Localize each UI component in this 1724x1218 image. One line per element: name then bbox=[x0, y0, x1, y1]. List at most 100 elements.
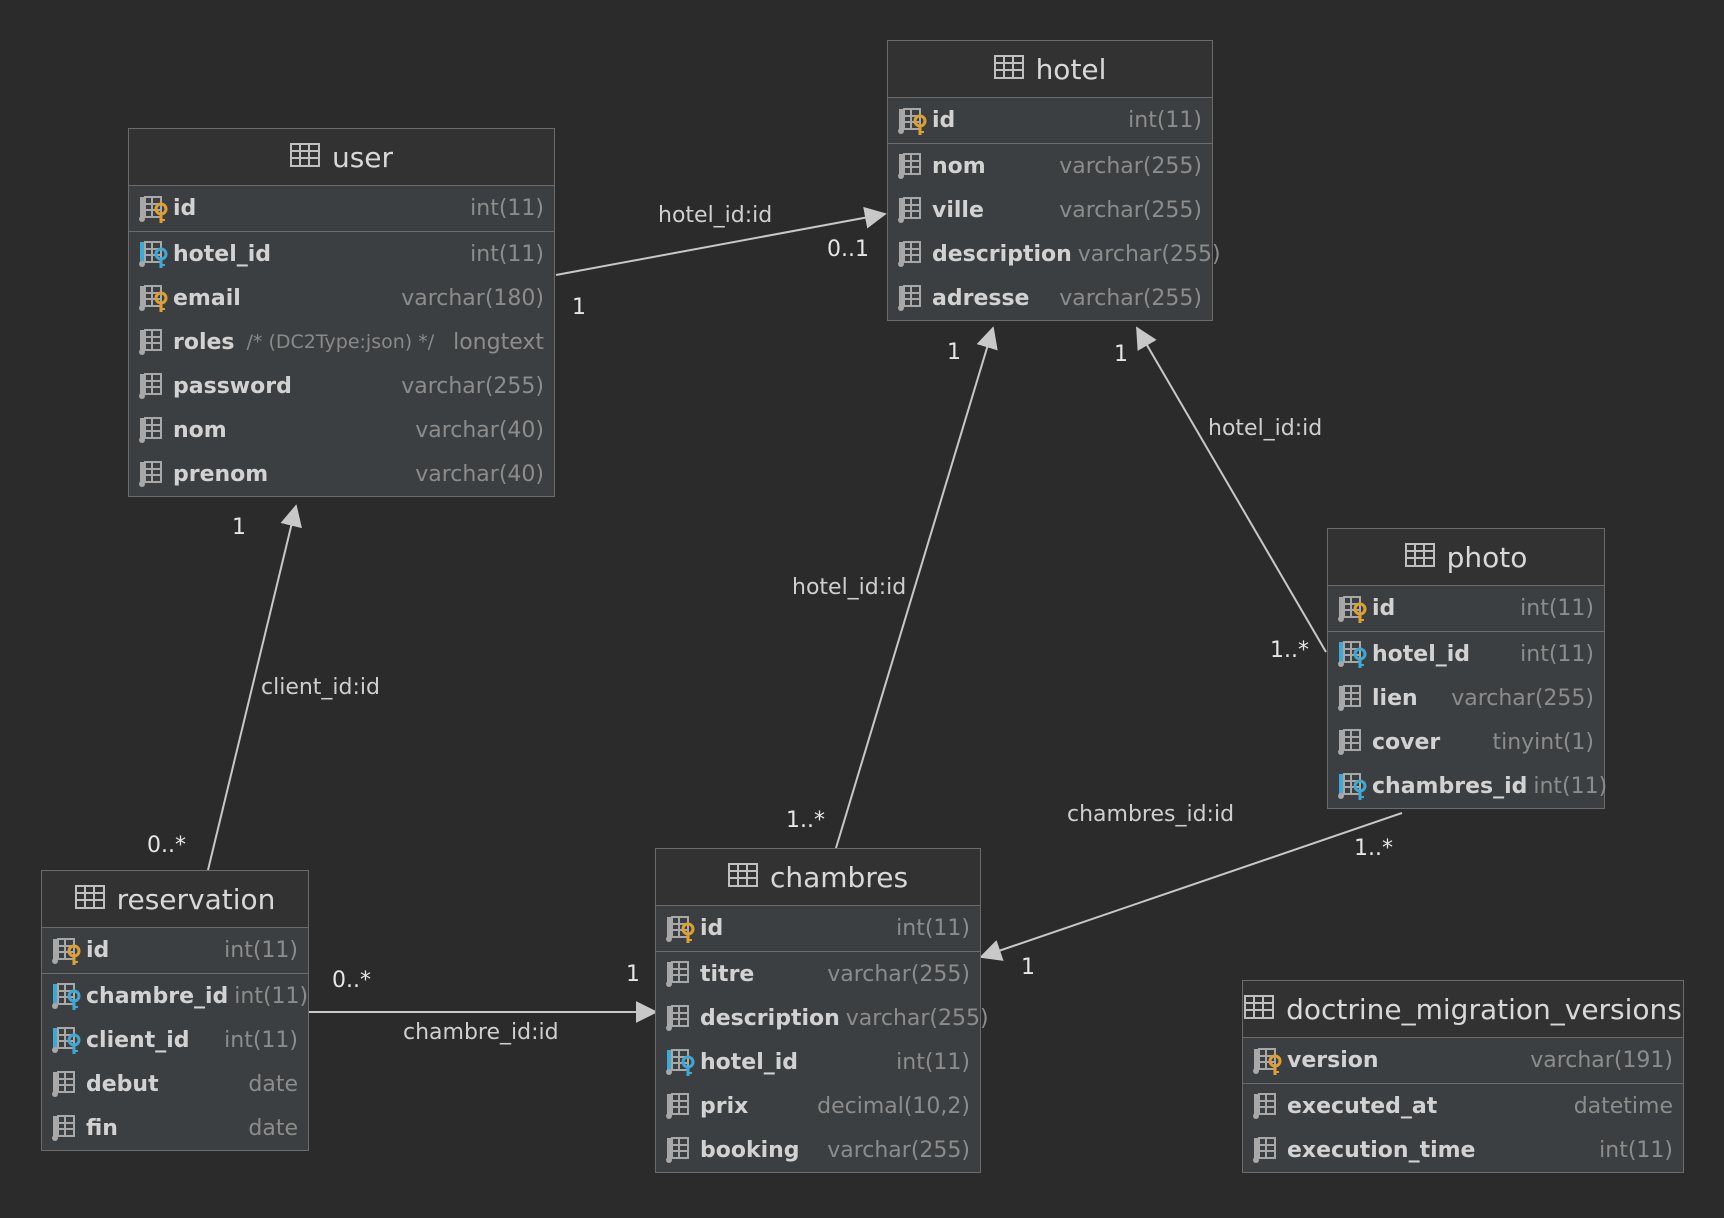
column-type: int(11) bbox=[224, 938, 298, 963]
column-row[interactable]: id int(11) bbox=[1328, 586, 1604, 632]
column-row[interactable]: nom varchar(255) bbox=[888, 144, 1212, 188]
column-row[interactable]: email varchar(180) bbox=[129, 276, 554, 320]
column-row[interactable]: version varchar(191) bbox=[1243, 1038, 1683, 1084]
column-name: hotel_id bbox=[1372, 641, 1471, 667]
column-row[interactable]: hotel_id int(11) bbox=[1328, 632, 1604, 676]
column-row[interactable]: cover tinyint(1) bbox=[1328, 720, 1604, 764]
table-name: chambres bbox=[769, 860, 909, 894]
column-row[interactable]: id int(11) bbox=[656, 906, 980, 952]
column-icon bbox=[137, 371, 169, 401]
column-row[interactable]: debut date bbox=[42, 1062, 308, 1106]
column-row[interactable]: id int(11) bbox=[888, 98, 1212, 144]
column-row[interactable]: id int(11) bbox=[42, 928, 308, 974]
column-icon bbox=[664, 959, 696, 989]
column-row[interactable]: hotel_id int(11) bbox=[129, 232, 554, 276]
column-name: fin bbox=[86, 1115, 118, 1141]
column-row[interactable]: booking varchar(255) bbox=[656, 1128, 980, 1172]
column-name: id bbox=[1372, 596, 1396, 621]
column-row[interactable]: hotel_id int(11) bbox=[656, 1040, 980, 1084]
column-type: int(11) bbox=[234, 983, 309, 1009]
table-doctrine-migration-versions[interactable]: doctrine_migration_versions version varcha… bbox=[1242, 980, 1684, 1173]
foreign-key-icon bbox=[1336, 771, 1368, 801]
column-type: date bbox=[248, 1115, 298, 1141]
column-name: id bbox=[173, 196, 197, 221]
column-type: varchar(255) bbox=[1451, 685, 1594, 711]
column-type: varchar(255) bbox=[1077, 241, 1221, 267]
column-icon bbox=[1336, 683, 1368, 713]
column-name: id bbox=[932, 108, 956, 133]
primary-key-icon bbox=[137, 194, 169, 224]
column-name: lien bbox=[1372, 685, 1418, 711]
cardinality-user-side: 1 bbox=[572, 295, 586, 320]
column-row[interactable]: id int(11) bbox=[129, 186, 554, 232]
relation-label-photo-hotel: hotel_id:id bbox=[1208, 416, 1323, 441]
column-name: email bbox=[173, 285, 241, 311]
column-row[interactable]: chambres_id int(11) bbox=[1328, 764, 1607, 808]
column-type: int(11) bbox=[896, 916, 970, 941]
column-row[interactable]: ville varchar(255) bbox=[888, 188, 1212, 232]
column-type: int(11) bbox=[470, 196, 544, 221]
column-type: datetime bbox=[1573, 1093, 1673, 1119]
cardinality-photo-chambres-from: 1..* bbox=[1354, 836, 1393, 861]
link-photo-hotel bbox=[1136, 326, 1327, 653]
table-header: chambres bbox=[656, 849, 980, 906]
column-name: roles bbox=[173, 329, 235, 355]
column-type: int(11) bbox=[1520, 641, 1594, 667]
column-row[interactable]: executed_at datetime bbox=[1243, 1084, 1683, 1128]
cardinality-reservation-user-from: 0..* bbox=[147, 833, 186, 858]
column-row[interactable]: nom varchar(40) bbox=[129, 408, 554, 452]
column-row[interactable]: prenom varchar(40) bbox=[129, 452, 554, 496]
column-type: varchar(180) bbox=[401, 285, 544, 311]
foreign-key-icon bbox=[137, 239, 169, 269]
cardinality-reservation-chambres-from: 0..* bbox=[332, 968, 371, 993]
column-row[interactable]: execution_time int(11) bbox=[1243, 1128, 1683, 1172]
cardinality-chambres-hotel-from: 1..* bbox=[786, 808, 825, 833]
column-type: varchar(40) bbox=[415, 417, 544, 443]
table-icon bbox=[1244, 993, 1275, 1026]
foreign-key-icon bbox=[664, 1047, 696, 1077]
column-icon bbox=[664, 1135, 696, 1165]
column-row[interactable]: password varchar(255) bbox=[129, 364, 554, 408]
primary-key-icon bbox=[664, 914, 696, 944]
column-type: tinyint(1) bbox=[1492, 729, 1594, 755]
column-name: execution_time bbox=[1287, 1137, 1476, 1163]
table-header: doctrine_migration_versions bbox=[1243, 981, 1683, 1038]
column-icon bbox=[664, 1091, 696, 1121]
primary-key-icon bbox=[1251, 1046, 1283, 1076]
table-user[interactable]: user id int(11) hotel_id int(11) email varchar… bbox=[128, 128, 555, 497]
table-hotel[interactable]: hotel id int(11) nom varchar(255) ville varcha… bbox=[887, 40, 1221, 321]
foreign-key-icon bbox=[50, 981, 82, 1011]
column-name: client_id bbox=[86, 1027, 190, 1053]
primary-key-icon bbox=[50, 936, 82, 966]
column-icon bbox=[896, 283, 928, 313]
column-name: titre bbox=[700, 961, 755, 987]
column-type: varchar(255) bbox=[1059, 153, 1202, 179]
table-name: doctrine_migration_versions bbox=[1286, 992, 1682, 1026]
column-name: description bbox=[932, 241, 1072, 267]
column-row[interactable]: description varchar(255) bbox=[656, 996, 989, 1040]
column-icon bbox=[1251, 1091, 1283, 1121]
column-row[interactable]: prix decimal(10,2) bbox=[656, 1084, 980, 1128]
column-name: adresse bbox=[932, 285, 1030, 311]
column-type: varchar(255) bbox=[845, 1005, 989, 1031]
column-row[interactable]: client_id int(11) bbox=[42, 1018, 308, 1062]
table-reservation[interactable]: reservation id int(11) chambre_id int(11) cli… bbox=[41, 870, 309, 1151]
column-name: version bbox=[1287, 1048, 1379, 1073]
column-name: chambre_id bbox=[86, 983, 229, 1009]
column-row[interactable]: lien varchar(255) bbox=[1328, 676, 1604, 720]
unique-key-icon bbox=[137, 283, 169, 313]
primary-key-icon bbox=[1336, 594, 1368, 624]
column-row[interactable]: adresse varchar(255) bbox=[888, 276, 1212, 320]
column-name: hotel_id bbox=[700, 1049, 799, 1075]
table-photo[interactable]: photo id int(11) hotel_id int(11) lien varchar… bbox=[1327, 528, 1607, 809]
column-row[interactable]: roles /* (DC2Type:json) */ longtext bbox=[129, 320, 554, 364]
column-row[interactable]: titre varchar(255) bbox=[656, 952, 980, 996]
column-row[interactable]: description varchar(255) bbox=[888, 232, 1221, 276]
column-row[interactable]: chambre_id int(11) bbox=[42, 974, 308, 1018]
column-name: ville bbox=[932, 197, 984, 223]
column-type: varchar(255) bbox=[401, 373, 544, 399]
column-row[interactable]: fin date bbox=[42, 1106, 308, 1150]
table-chambres[interactable]: chambres id int(11) titre varchar(255) descri… bbox=[655, 848, 989, 1173]
table-icon bbox=[727, 861, 758, 894]
primary-key-icon bbox=[896, 106, 928, 136]
